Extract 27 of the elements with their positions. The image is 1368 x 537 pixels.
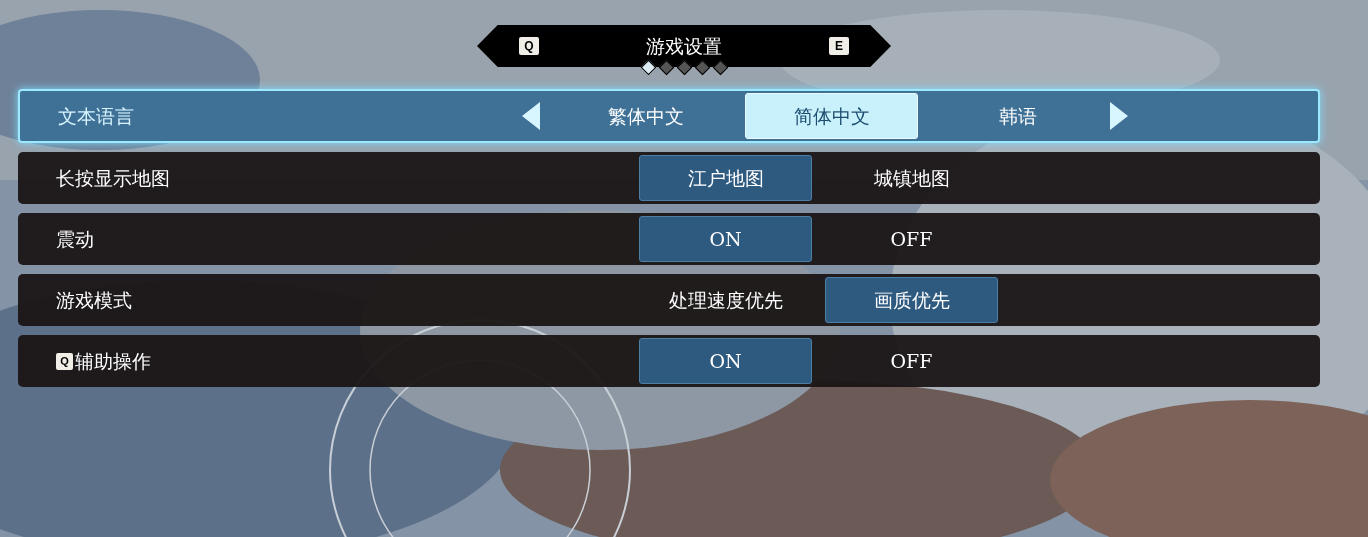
option-button[interactable]: ON bbox=[639, 338, 812, 384]
setting-label: 文本语言 bbox=[58, 103, 134, 129]
option-button[interactable]: 江户地图 bbox=[639, 155, 812, 201]
setting-row[interactable]: Q 辅助操作 ON OFF bbox=[18, 335, 1320, 387]
page-title: 游戏设置 bbox=[646, 33, 722, 59]
option-button[interactable]: 画质优先 bbox=[825, 277, 998, 323]
setting-label: 游戏模式 bbox=[56, 287, 132, 313]
setting-label: 长按显示地图 bbox=[56, 165, 170, 191]
option-button[interactable]: 城镇地图 bbox=[825, 155, 998, 201]
option-button[interactable]: 简体中文 bbox=[745, 93, 918, 139]
option-button[interactable]: 繁体中文 bbox=[559, 93, 732, 139]
left-arrow-icon[interactable] bbox=[522, 102, 540, 130]
right-arrow-icon[interactable] bbox=[1110, 102, 1128, 130]
option-button[interactable]: OFF bbox=[825, 216, 998, 262]
setting-label: 辅助操作 bbox=[75, 348, 151, 374]
setting-row[interactable]: 长按显示地图 江户地图 城镇地图 bbox=[18, 152, 1320, 204]
setting-label: 震动 bbox=[56, 226, 94, 252]
option-button[interactable]: ON bbox=[639, 216, 812, 262]
key-hint: E bbox=[829, 37, 849, 55]
option-button[interactable]: OFF bbox=[825, 338, 998, 384]
setting-row[interactable]: 游戏模式 处理速度优先 画质优先 bbox=[18, 274, 1320, 326]
option-button[interactable]: 韩语 bbox=[931, 93, 1104, 139]
setting-row[interactable]: 震动 ON OFF bbox=[18, 213, 1320, 265]
key-hint: Q bbox=[56, 352, 73, 370]
setting-row[interactable]: 文本语言 繁体中文 简体中文 韩语 bbox=[18, 89, 1320, 143]
option-button[interactable]: 处理速度优先 bbox=[639, 277, 812, 323]
key-hint: Q bbox=[519, 37, 539, 55]
